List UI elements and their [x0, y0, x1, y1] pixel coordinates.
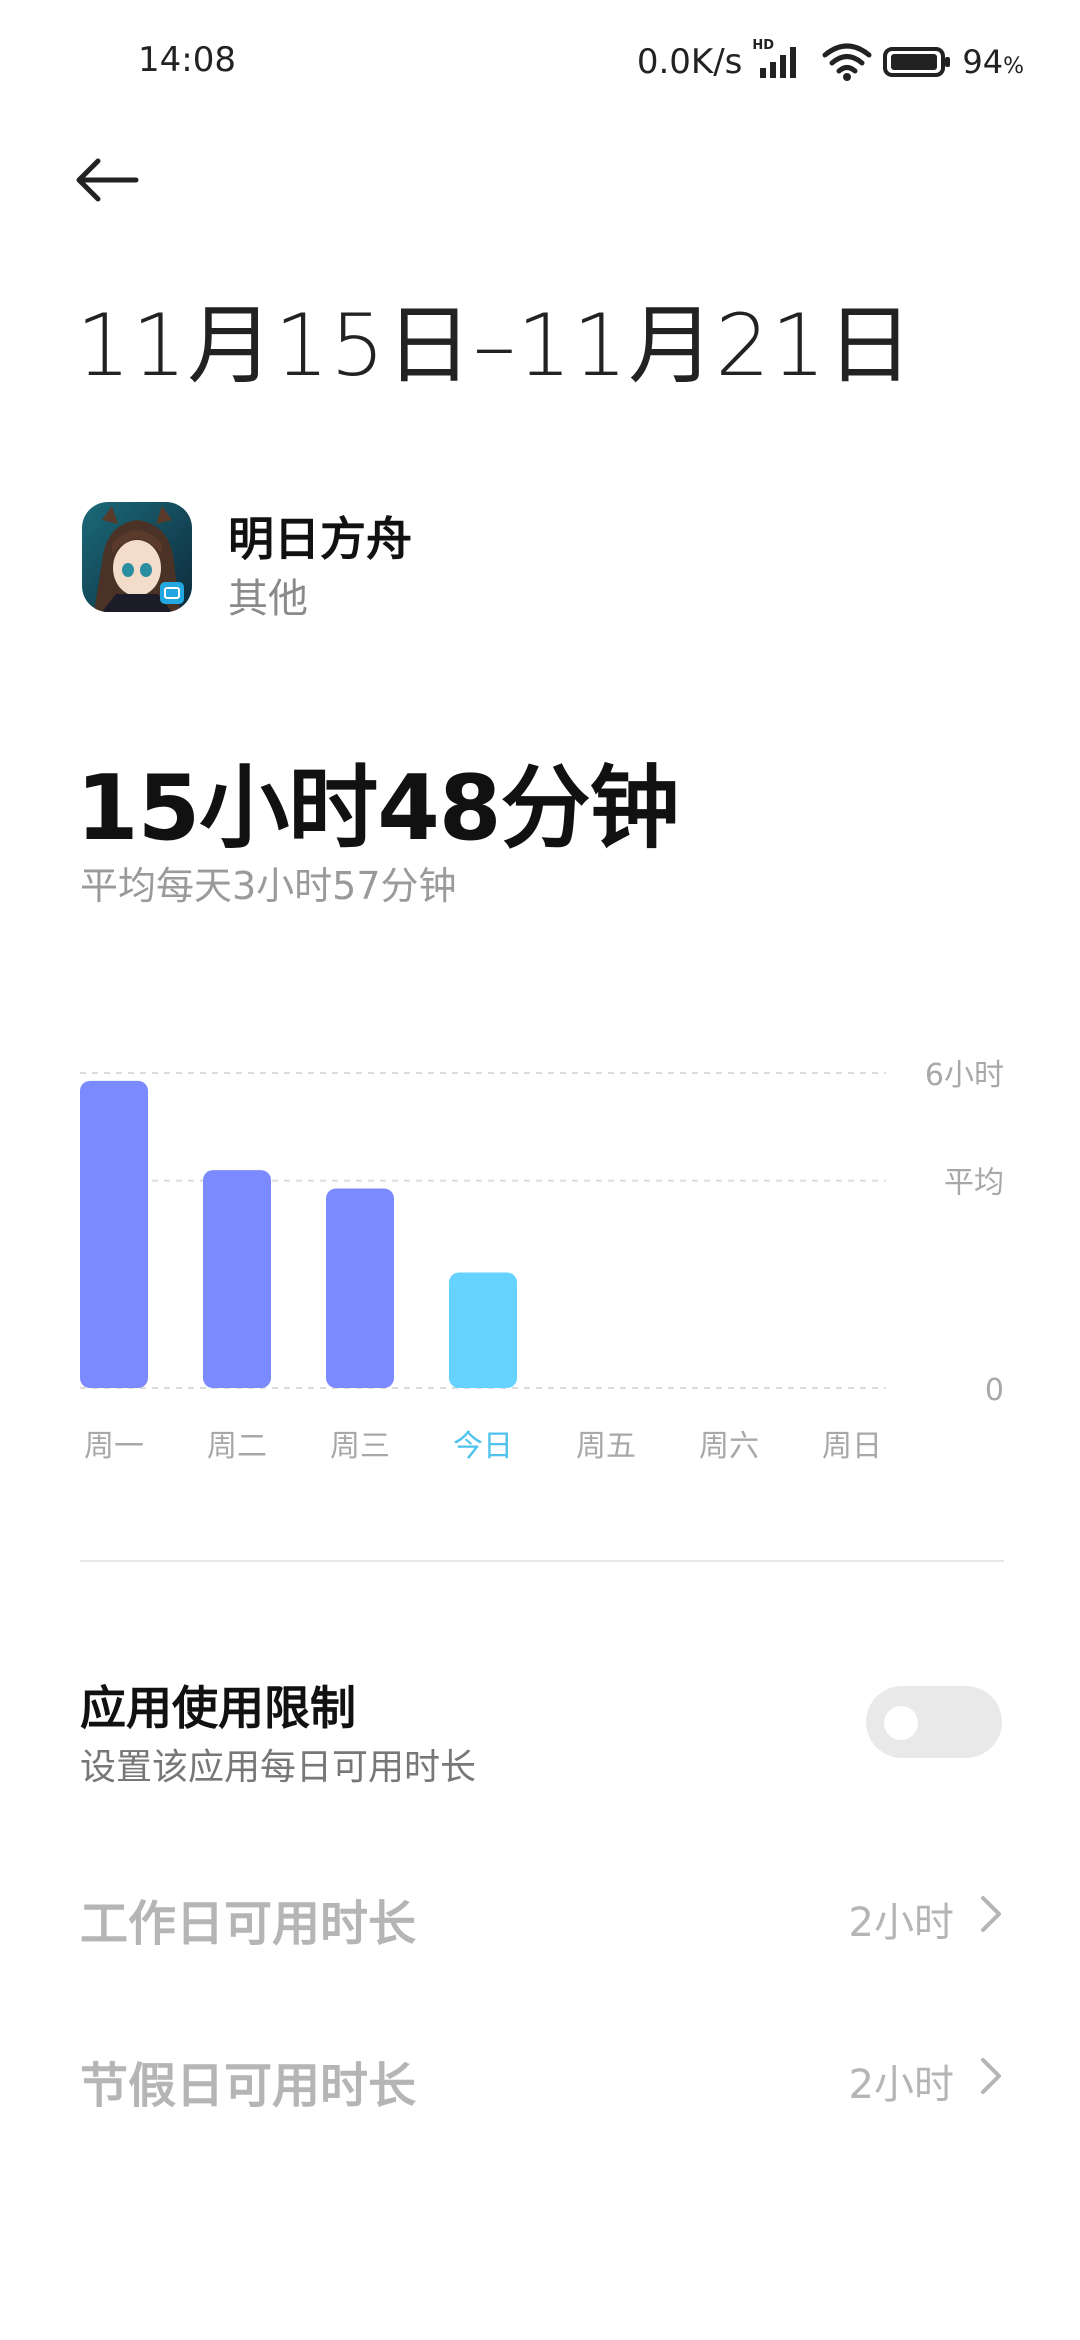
app-name: 明日方舟	[228, 512, 412, 566]
chart-category-label: 周日	[822, 1429, 882, 1464]
page-title: 11月15日–11月21日	[76, 296, 914, 396]
limit-subtitle: 设置该应用每日可用时长	[80, 1747, 477, 1788]
chevron-right-icon	[981, 1896, 1001, 1932]
status-time: 14:08	[138, 40, 236, 80]
hd-label: HD	[752, 38, 775, 53]
battery-value: 94	[962, 43, 1004, 81]
status-bar: 14:08 0.0K/s HD 94%	[0, 0, 1080, 120]
toggle-knob	[884, 1706, 918, 1740]
divider	[80, 1560, 1004, 1562]
battery-unit: %	[1003, 54, 1024, 79]
signal-icon: HD	[752, 38, 812, 82]
holiday-limit-row[interactable]: 节假日可用时长 2小时	[80, 2030, 1004, 2120]
chart-bar	[449, 1272, 517, 1388]
battery-icon	[883, 47, 951, 77]
holiday-limit-label: 节假日可用时长	[80, 2058, 417, 2114]
chart-category-label: 周一	[84, 1429, 144, 1464]
chart-category-label: 周五	[576, 1429, 636, 1464]
weekday-limit-row[interactable]: 工作日可用时长 2小时	[80, 1868, 1004, 1958]
average-usage-text: 平均每天3小时57分钟	[80, 864, 457, 908]
chart-bar	[80, 1080, 148, 1388]
reference-line-label: 平均	[944, 1166, 1004, 1201]
battery-percentage: 94%	[962, 43, 1024, 81]
app-category: 其他	[228, 576, 308, 622]
network-speed: 0.0K/s	[636, 42, 743, 82]
chart-svg: 6小时平均 0 周一 周二 周三 今日 周五 周六 周日	[80, 1058, 1004, 1464]
back-button[interactable]	[72, 150, 142, 210]
chart-category-label: 今日	[453, 1429, 513, 1464]
chart-category-label: 周六	[699, 1429, 759, 1464]
weekday-limit-value: 2小时	[848, 1900, 954, 1946]
usage-limit-toggle[interactable]	[866, 1686, 1002, 1758]
arknights-app-icon	[82, 502, 192, 612]
chart-bar	[203, 1170, 271, 1388]
reference-line-label: 0	[985, 1373, 1004, 1408]
reference-line-label: 6小时	[925, 1058, 1004, 1093]
limit-title: 应用使用限制	[80, 1681, 356, 1735]
chart-category-label: 周二	[207, 1429, 267, 1464]
status-icons: 0.0K/s HD 94%	[637, 38, 1024, 86]
weekday-limit-label: 工作日可用时长	[80, 1896, 417, 1952]
chevron-right-icon	[981, 2058, 1001, 2094]
chart-category-label: 周三	[330, 1429, 390, 1464]
total-usage-time: 15小时48分钟	[76, 756, 679, 861]
holiday-limit-value: 2小时	[848, 2062, 954, 2108]
back-arrow-icon	[76, 158, 139, 202]
wifi-icon	[822, 43, 872, 81]
chart-bar	[326, 1188, 394, 1388]
usage-bar-chart: 6小时平均 0 周一 周二 周三 今日 周五 周六 周日	[0, 1040, 1080, 1470]
